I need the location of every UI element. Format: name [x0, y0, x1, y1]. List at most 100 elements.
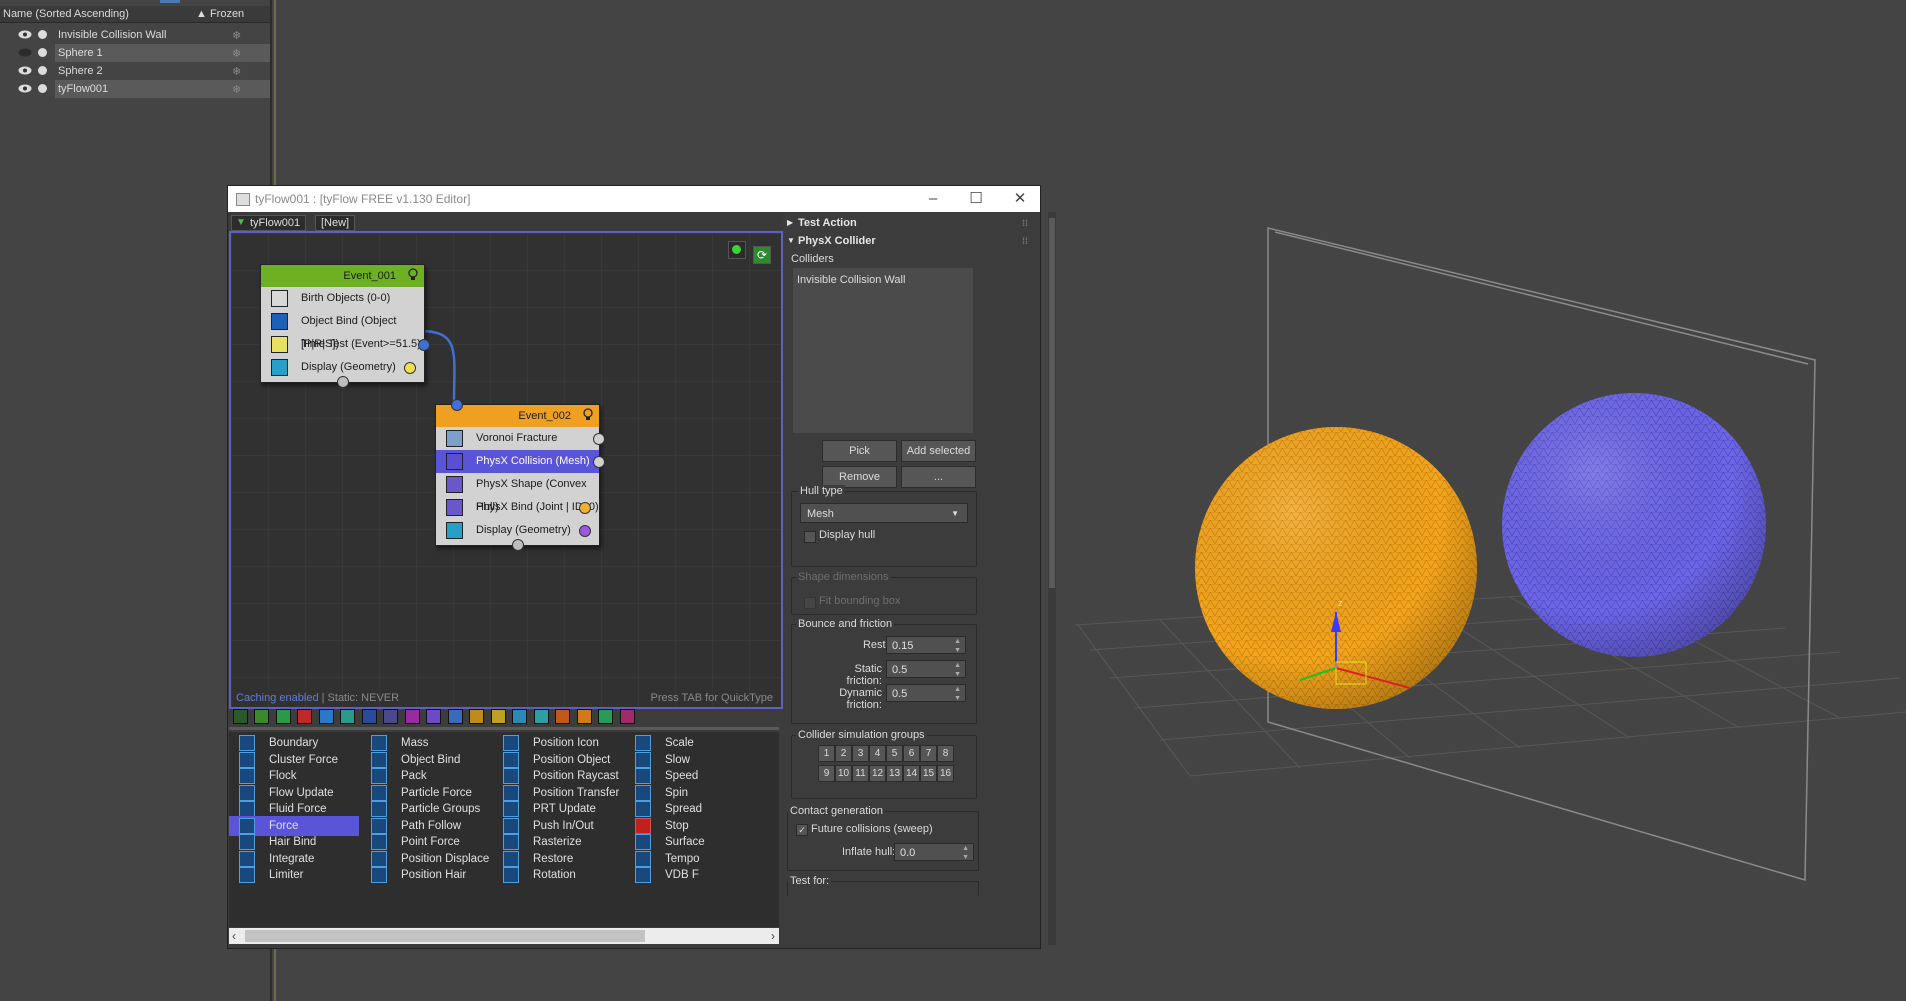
category-material-icon[interactable]: [405, 709, 420, 724]
lightbulb-icon[interactable]: [582, 408, 594, 422]
explorer-column-header[interactable]: Name (Sorted Ascending) ▲ Frozen: [0, 6, 270, 23]
category-mesh-icon[interactable]: [383, 709, 398, 724]
group-12-button[interactable]: 12: [869, 765, 886, 782]
display-color-swatch[interactable]: [579, 525, 591, 537]
flow-graph-canvas[interactable]: ⟳ Event_001 Birth Objects (0-0) Object B…: [229, 231, 783, 709]
category-test-icon[interactable]: [491, 709, 506, 724]
visibility-eye-icon[interactable]: [18, 66, 32, 75]
restitution-spinner[interactable]: 0.15 ▲ ▼: [886, 636, 966, 654]
pick-button[interactable]: Pick: [822, 440, 897, 462]
group-6-button[interactable]: 6: [903, 745, 920, 762]
output-port[interactable]: [593, 456, 605, 468]
visibility-eye-icon[interactable]: [18, 30, 32, 39]
category-display-icon[interactable]: [534, 709, 549, 724]
editor-titlebar[interactable]: tyFlow001 : [tyFlow FREE v1.130 Editor] …: [228, 186, 1040, 212]
test-output-port[interactable]: [418, 339, 430, 351]
category-cache-icon[interactable]: [512, 709, 527, 724]
event-node-002[interactable]: Event_002 Voronoi Fracture PhysX Collisi…: [435, 399, 605, 551]
output-port[interactable]: [593, 433, 605, 445]
event-input-port[interactable]: [337, 376, 349, 388]
dynamic-friction-spinner[interactable]: 0.5 ▲ ▼: [886, 684, 966, 702]
operator-time-test[interactable]: Time Test (Event>=51.5): [261, 333, 430, 356]
column-name-header[interactable]: Name (Sorted Ascending): [3, 8, 129, 20]
maximize-icon[interactable]: ☐: [966, 189, 986, 209]
operator-physx-shape[interactable]: PhysX Shape (Convex Hull): [436, 473, 599, 513]
category-cloth-icon[interactable]: [448, 709, 463, 724]
group-11-button[interactable]: 11: [852, 765, 869, 782]
category-position-icon[interactable]: [362, 709, 377, 724]
display-hull-checkbox[interactable]: [804, 531, 816, 543]
explorer-row[interactable]: tyFlow001 ❄: [0, 80, 270, 98]
explorer-row[interactable]: Sphere 1 ❄: [0, 44, 270, 62]
render-dot-icon[interactable]: [38, 84, 47, 93]
future-collisions-checkbox[interactable]: ✓: [796, 824, 808, 836]
category-all-icon[interactable]: [233, 709, 248, 724]
operator-physx-collision[interactable]: PhysX Collision (Mesh): [436, 450, 605, 473]
group-4-button[interactable]: 4: [869, 745, 886, 762]
freeze-snowflake-icon[interactable]: ❄: [232, 65, 244, 78]
operator-object-bind[interactable]: Object Bind (Object [P|R|S]): [261, 310, 424, 350]
scroll-right-icon[interactable]: ›: [771, 929, 775, 943]
operator-physx-bind[interactable]: PhysX Bind (Joint | ID: 0): [436, 496, 599, 519]
event-node-001[interactable]: Event_001 Birth Objects (0-0) Object Bin…: [260, 264, 430, 388]
rollout-physx-collider[interactable]: ▼ PhysX Collider ⁞⁞: [784, 232, 1032, 250]
explorer-row[interactable]: Invisible Collision Wall ❄: [0, 26, 270, 44]
visibility-eye-icon[interactable]: [18, 84, 32, 93]
sphere-2-purple[interactable]: [1502, 393, 1766, 657]
group-13-button[interactable]: 13: [886, 765, 903, 782]
bind-color-swatch[interactable]: [579, 502, 591, 514]
scroll-left-icon[interactable]: ‹: [232, 929, 236, 943]
minimize-icon[interactable]: –: [923, 189, 943, 209]
lightbulb-icon[interactable]: [407, 268, 419, 282]
operator-list-scrollbar[interactable]: ‹ ›: [229, 928, 779, 944]
visibility-eye-icon[interactable]: [18, 48, 32, 57]
category-custom-icon[interactable]: [620, 709, 635, 724]
explorer-row[interactable]: Sphere 2 ❄: [0, 62, 270, 80]
collider-item[interactable]: Invisible Collision Wall: [797, 274, 905, 286]
group-10-button[interactable]: 10: [835, 765, 852, 782]
properties-scrollbar[interactable]: [1048, 212, 1056, 945]
freeze-snowflake-icon[interactable]: ❄: [232, 83, 244, 96]
category-event-icon[interactable]: [276, 709, 291, 724]
category-birth-icon[interactable]: [254, 709, 269, 724]
more-options-button[interactable]: ...: [901, 466, 976, 488]
inflate-hull-spinner[interactable]: 0.0 ▲ ▼: [894, 843, 974, 861]
list-item[interactable]: Limiter: [229, 865, 359, 885]
category-physx-icon[interactable]: [426, 709, 441, 724]
add-selected-button[interactable]: Add selected: [901, 440, 976, 462]
hull-type-dropdown[interactable]: Mesh ▼: [800, 503, 968, 523]
close-icon[interactable]: ✕: [1010, 189, 1030, 209]
render-dot-icon[interactable]: [38, 66, 47, 75]
group-3-button[interactable]: 3: [852, 745, 869, 762]
static-friction-spinner[interactable]: 0.5 ▲ ▼: [886, 660, 966, 678]
group-7-button[interactable]: 7: [920, 745, 937, 762]
tab-new[interactable]: [New]: [315, 215, 356, 231]
event-output-port[interactable]: [512, 539, 524, 551]
freeze-snowflake-icon[interactable]: ❄: [232, 47, 244, 60]
tab-tyflow001[interactable]: ▼ tyFlow001: [231, 215, 307, 231]
scrollbar-thumb[interactable]: [245, 930, 645, 942]
list-item[interactable]: VDB F: [625, 865, 779, 885]
group-9-button[interactable]: 9: [818, 765, 835, 782]
column-frozen-header[interactable]: ▲ Frozen: [196, 8, 244, 20]
group-2-button[interactable]: 2: [835, 745, 852, 762]
category-shape-icon[interactable]: [340, 709, 355, 724]
colliders-listbox[interactable]: Invisible Collision Wall: [793, 268, 973, 433]
render-dot-icon[interactable]: [38, 30, 47, 39]
category-script-icon[interactable]: [577, 709, 592, 724]
category-delete-icon[interactable]: [297, 709, 312, 724]
scrollbar-thumb[interactable]: [1049, 218, 1055, 588]
render-dot-icon[interactable]: [38, 48, 47, 57]
group-16-button[interactable]: 16: [937, 765, 954, 782]
operator-birth-objects[interactable]: Birth Objects (0-0): [261, 287, 424, 310]
operator-voronoi-fracture[interactable]: Voronoi Fracture: [436, 427, 605, 450]
list-item[interactable]: Rotation: [493, 865, 623, 885]
event-header[interactable]: Event_001: [261, 265, 424, 287]
category-export-icon[interactable]: [555, 709, 570, 724]
event-input-port[interactable]: [451, 399, 463, 411]
group-5-button[interactable]: 5: [886, 745, 903, 762]
freeze-snowflake-icon[interactable]: ❄: [232, 29, 244, 42]
list-item[interactable]: Position Hair: [361, 865, 491, 885]
category-misc-icon[interactable]: [598, 709, 613, 724]
group-15-button[interactable]: 15: [920, 765, 937, 782]
